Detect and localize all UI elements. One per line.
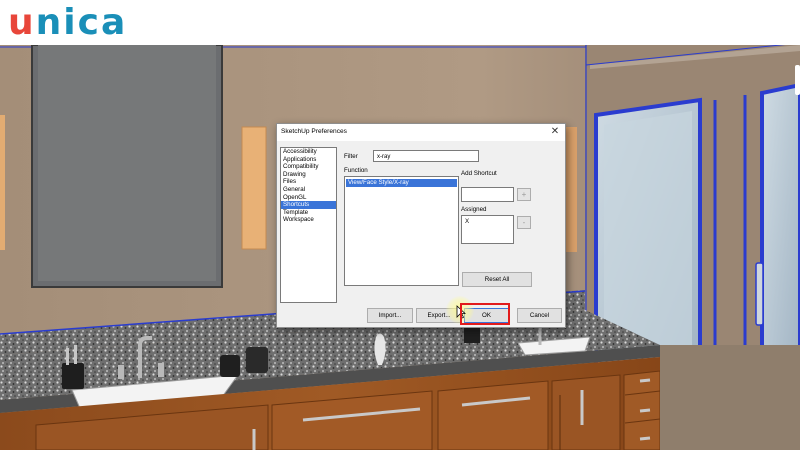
category-item-compatibility[interactable]: Compatibility [281, 163, 336, 171]
category-item-drawing[interactable]: Drawing [281, 171, 336, 179]
logo-bar: unica [0, 0, 800, 45]
category-item-shortcuts[interactable]: Shortcuts [281, 201, 336, 209]
preferences-dialog: SketchUp Preferences ✕ Accessibility App… [276, 123, 566, 328]
dialog-titlebar[interactable]: SketchUp Preferences ✕ [277, 124, 565, 141]
function-label: Function [344, 167, 368, 174]
filter-label: Filter [344, 153, 358, 160]
category-item-accessibility[interactable]: Accessibility [281, 148, 336, 156]
unica-logo: unica [8, 2, 127, 44]
category-item-general[interactable]: General [281, 186, 336, 194]
cursor-arrow-icon [456, 305, 466, 319]
category-item-workspace[interactable]: Workspace [281, 216, 336, 224]
cancel-button[interactable]: Cancel [517, 308, 562, 323]
dialog-title: SketchUp Preferences [281, 128, 347, 135]
category-item-applications[interactable]: Applications [281, 156, 336, 164]
assigned-list[interactable]: X [461, 215, 514, 244]
add-shortcut-label: Add Shortcut [461, 170, 497, 177]
category-item-template[interactable]: Template [281, 209, 336, 217]
category-item-files[interactable]: Files [281, 178, 336, 186]
function-item-xray[interactable]: View/Face Style/X-ray [346, 179, 457, 187]
import-button[interactable]: Import... [367, 308, 413, 323]
reset-all-button[interactable]: Reset All [462, 272, 532, 287]
add-shortcut-button[interactable]: + [517, 188, 531, 201]
category-list[interactable]: Accessibility Applications Compatibility… [280, 147, 337, 303]
category-item-opengl[interactable]: OpenGL [281, 194, 336, 202]
assigned-label: Assigned [461, 206, 487, 213]
logo-rest: nica [35, 2, 128, 43]
close-icon[interactable]: ✕ [547, 125, 563, 139]
add-shortcut-input[interactable] [461, 187, 514, 202]
assigned-item[interactable]: X [465, 218, 469, 225]
remove-shortcut-button[interactable]: - [517, 216, 531, 229]
function-list[interactable]: View/Face Style/X-ray [344, 176, 459, 286]
logo-accent: u [8, 2, 36, 43]
filter-input[interactable]: x-ray [373, 150, 479, 162]
